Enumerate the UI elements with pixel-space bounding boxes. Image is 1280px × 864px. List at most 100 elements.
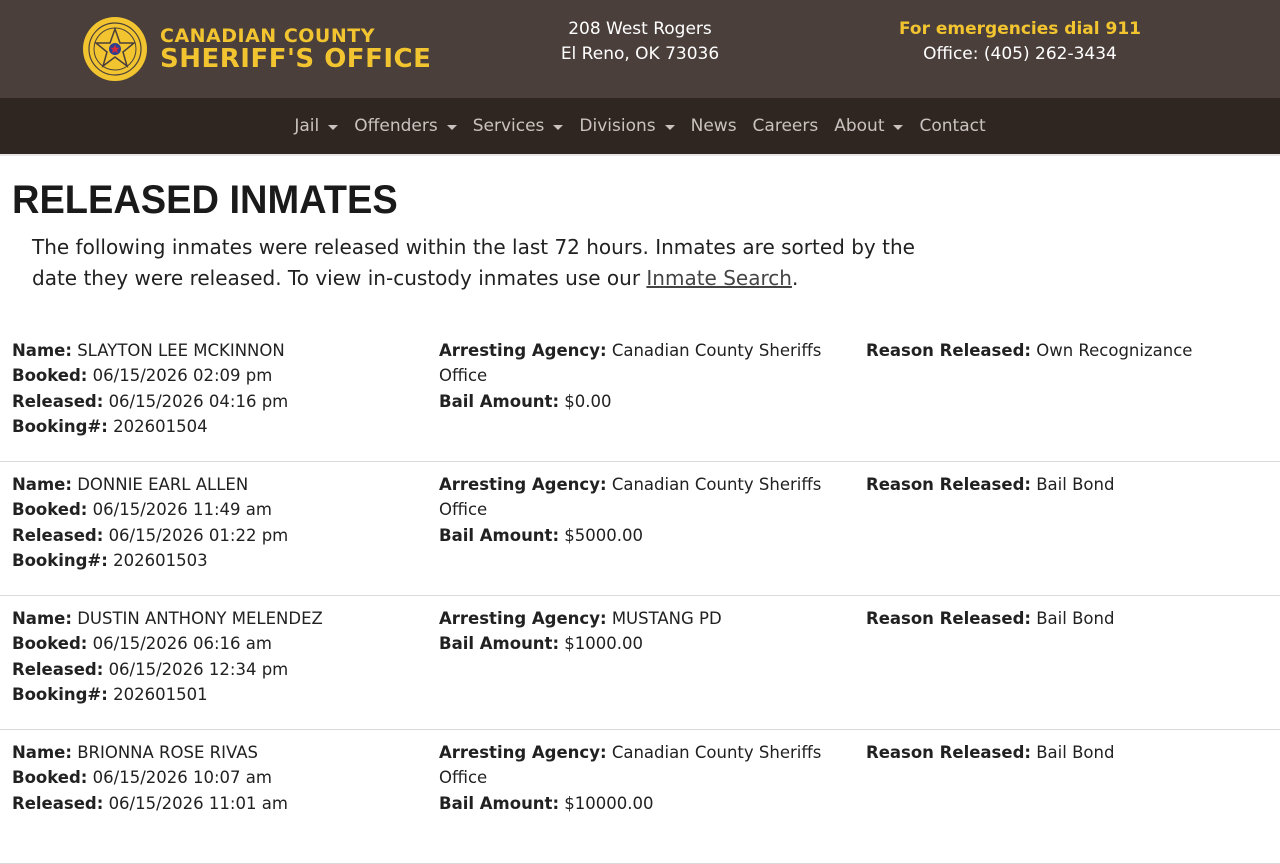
name-label: Name:: [12, 341, 72, 360]
address-city: El Reno, OK 73036: [560, 44, 720, 64]
released-row: Released: 06/15/2026 12:34 pm: [12, 657, 422, 682]
brand-name[interactable]: CANADIAN COUNTY SHERIFF'S OFFICE: [160, 26, 431, 72]
bail-row: Bail Amount: $0.00: [439, 389, 849, 414]
bail-label: Bail Amount:: [439, 525, 560, 545]
bail-label: Bail Amount:: [439, 793, 560, 813]
nav-item-news[interactable]: News: [683, 116, 745, 136]
inmate-search-link[interactable]: Inmate Search: [646, 266, 792, 290]
name-row: Name: DONNIE EARL ALLEN: [12, 472, 422, 497]
booking-number: 202601501: [113, 684, 208, 704]
bail-amount: $5000.00: [564, 525, 644, 545]
nav-item-offenders[interactable]: Offenders: [346, 116, 464, 136]
agency-row: Arresting Agency: Canadian County Sherif…: [439, 740, 849, 791]
inmate-details: Name: SLAYTON LEE MCKINNON Booked: 06/15…: [12, 338, 422, 439]
reason-label: Reason Released:: [866, 475, 1031, 494]
name-label: Name:: [12, 743, 72, 762]
nav-item-label: Contact: [919, 116, 986, 136]
released-row: Released: 06/15/2026 04:16 pm: [12, 389, 422, 414]
inmate-name: BRIONNA ROSE RIVAS: [77, 743, 258, 762]
chevron-down-icon: [893, 124, 904, 130]
site-header: CANADIAN COUNTY SHERIFF'S OFFICE 208 Wes…: [0, 0, 1280, 98]
nav-item-jail[interactable]: Jail: [286, 116, 346, 136]
booked-date: 06/15/2026 06:16 am: [92, 634, 272, 654]
booked-label: Booked:: [12, 500, 88, 520]
booked-label: Booked:: [12, 634, 88, 654]
release-details: Reason Released: Bail Bond: [866, 740, 1276, 765]
release-details: Reason Released: Bail Bond: [866, 472, 1276, 497]
reason-row: Reason Released: Bail Bond: [866, 740, 1276, 765]
agency-label: Arresting Agency:: [439, 341, 607, 360]
booked-date: 06/15/2026 02:09 pm: [92, 366, 273, 386]
booked-label: Booked:: [12, 768, 88, 788]
arrest-details: Arresting Agency: Canadian County Sherif…: [439, 338, 849, 414]
booked-row: Booked: 06/15/2026 06:16 am: [12, 631, 422, 656]
booked-label: Booked:: [12, 366, 88, 386]
agency-label: Arresting Agency:: [439, 743, 607, 762]
reason-label: Reason Released:: [866, 341, 1031, 360]
nav-item-services[interactable]: Services: [465, 116, 572, 136]
released-label: Released:: [12, 525, 104, 545]
inmate-details: Name: DONNIE EARL ALLEN Booked: 06/15/20…: [12, 472, 422, 573]
intro-end: .: [791, 266, 799, 290]
bail-amount: $1000.00: [564, 634, 644, 654]
booking-number: 202601504: [113, 416, 208, 436]
name-label: Name:: [12, 475, 72, 494]
released-date: 06/15/2026 11:01 am: [108, 793, 288, 813]
booked-row: Booked: 06/15/2026 02:09 pm: [12, 363, 422, 388]
nav-item-careers[interactable]: Careers: [745, 116, 827, 136]
sheriff-star-badge-icon[interactable]: [82, 16, 148, 82]
booked-row: Booked: 06/15/2026 11:49 am: [12, 497, 422, 522]
chevron-down-icon: [664, 124, 675, 130]
arrest-details: Arresting Agency: Canadian County Sherif…: [439, 740, 849, 816]
reason-row: Reason Released: Own Recognizance: [866, 338, 1276, 363]
inmate-details: Name: DUSTIN ANTHONY MELENDEZ Booked: 06…: [12, 606, 422, 707]
inmate-name: SLAYTON LEE MCKINNON: [77, 341, 285, 360]
arrest-details: Arresting Agency: Canadian County Sherif…: [439, 472, 849, 548]
name-row: Name: SLAYTON LEE MCKINNON: [12, 338, 422, 363]
agency-label: Arresting Agency:: [439, 609, 607, 628]
release-reason: Bail Bond: [1036, 743, 1115, 762]
chevron-down-icon: [553, 124, 564, 130]
bail-row: Bail Amount: $5000.00: [439, 523, 849, 548]
bail-label: Bail Amount:: [439, 391, 560, 411]
inmate-details: Name: BRIONNA ROSE RIVAS Booked: 06/15/2…: [12, 740, 422, 816]
booking-row: Booking#: 202601501: [12, 682, 422, 707]
bail-row: Bail Amount: $1000.00: [439, 631, 849, 656]
nav-item-label: News: [690, 116, 737, 136]
chevron-down-icon: [446, 124, 457, 130]
inmate-record: Name: DUSTIN ANTHONY MELENDEZ Booked: 06…: [0, 596, 1280, 730]
reason-label: Reason Released:: [866, 743, 1031, 762]
inmate-record: Name: DONNIE EARL ALLEN Booked: 06/15/20…: [0, 462, 1280, 596]
nav-item-contact[interactable]: Contact: [911, 116, 993, 136]
nav-item-label: Divisions: [579, 116, 656, 136]
emergency-notice: For emergencies dial 911: [898, 19, 1142, 39]
release-details: Reason Released: Own Recognizance: [866, 338, 1276, 363]
nav-item-about[interactable]: About: [826, 116, 911, 136]
nav-item-label: Jail: [294, 116, 320, 136]
booked-date: 06/15/2026 10:07 am: [92, 768, 272, 788]
address-street: 208 West Rogers: [568, 19, 712, 39]
name-row: Name: DUSTIN ANTHONY MELENDEZ: [12, 606, 422, 631]
booking-number: 202601503: [113, 550, 208, 570]
booking-row: Booking#: 202601504: [12, 414, 422, 439]
booking-label: Booking#:: [12, 416, 108, 436]
inmate-name: DONNIE EARL ALLEN: [77, 475, 249, 494]
bail-label: Bail Amount:: [439, 634, 560, 654]
office-phone[interactable]: Office: (405) 262-3434: [880, 42, 1160, 67]
release-reason: Bail Bond: [1036, 475, 1115, 494]
nav-item-label: Careers: [752, 116, 819, 136]
contact-info: For emergencies dial 911 Office: (405) 2…: [880, 17, 1160, 67]
page-title: RELEASED INMATES: [12, 178, 398, 222]
reason-row: Reason Released: Bail Bond: [866, 606, 1276, 631]
released-inmates-list: Name: SLAYTON LEE MCKINNON Booked: 06/15…: [0, 328, 1280, 864]
nav-item-label: Services: [472, 116, 545, 136]
reason-label: Reason Released:: [866, 609, 1031, 628]
release-reason: Own Recognizance: [1036, 341, 1193, 360]
booking-label: Booking#:: [12, 684, 108, 704]
released-date: 06/15/2026 12:34 pm: [108, 659, 289, 679]
nav-item-divisions[interactable]: Divisions: [571, 116, 682, 136]
bail-amount: $10000.00: [564, 793, 654, 813]
main-nav: Jail Offenders Services Divisions News C…: [0, 98, 1280, 156]
release-reason: Bail Bond: [1036, 609, 1115, 628]
nav-item-label: Offenders: [354, 116, 438, 136]
